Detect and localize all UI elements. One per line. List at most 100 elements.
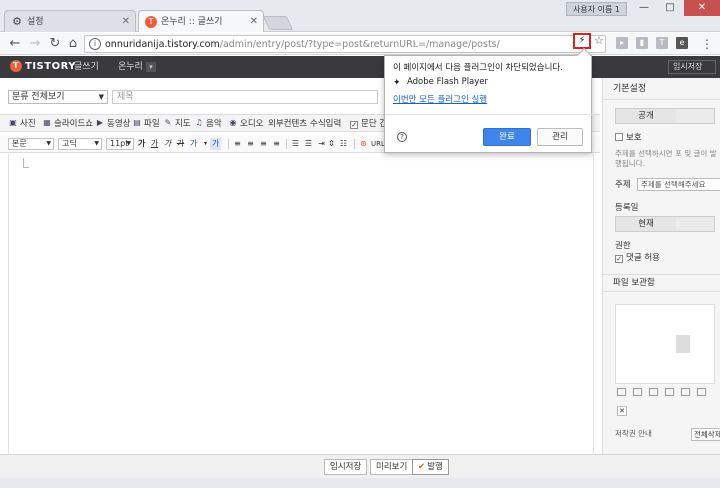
temp-posts-button[interactable]: 임시저장 — [668, 60, 716, 74]
extension-icon[interactable]: ▮ — [636, 37, 648, 49]
tab-settings[interactable]: ⚙ 설정 ✕ — [4, 10, 136, 32]
user-profile-badge[interactable]: 사용자 이름 1 — [566, 2, 627, 16]
extension-icon[interactable]: ▸ — [616, 37, 628, 49]
file-delete-button[interactable]: ✕ — [617, 406, 627, 416]
browser-menu-icon[interactable]: ⋮ — [700, 35, 714, 53]
attach-map-button[interactable]: ✎ 지도 — [163, 118, 191, 130]
visibility-toggle[interactable]: 공개 — [615, 108, 715, 124]
editor-page[interactable] — [8, 154, 594, 454]
italic-button[interactable]: 가 — [162, 138, 173, 150]
underline-button[interactable]: 가 — [149, 138, 160, 150]
font-size-select[interactable]: 11pt ▼ — [106, 138, 134, 150]
extension-icon[interactable]: T — [656, 37, 668, 49]
new-tab-button[interactable] — [262, 16, 294, 30]
attach-music-button[interactable]: ♫ 음악 — [194, 118, 221, 130]
file-icon: ▤ — [133, 118, 141, 127]
slideshow-icon: ▦ — [43, 118, 51, 127]
editor-area[interactable] — [0, 154, 600, 454]
address-bar[interactable]: i onnuridanija.tistory.com/admin/entry/p… — [84, 35, 606, 53]
attach-audio-button[interactable]: ◉ 오디오 — [228, 118, 264, 130]
manage-button[interactable]: 관리 — [537, 128, 583, 146]
publish-button[interactable]: ✔ 발행 — [412, 459, 449, 475]
list-style-icon[interactable]: ☷ — [338, 138, 349, 150]
window-close-button[interactable]: ✕ — [684, 0, 720, 16]
align-left-icon[interactable]: ≡ — [232, 138, 243, 150]
blog-selector[interactable]: 온누리 ▾ — [114, 60, 160, 74]
audio-icon: ◉ — [229, 118, 237, 127]
date-now-option[interactable]: 현재 — [616, 217, 676, 231]
close-icon[interactable]: ✕ — [122, 11, 130, 33]
align-right-icon[interactable]: ≡ — [258, 138, 269, 150]
strikethrough-button[interactable]: 가 — [175, 138, 186, 150]
minimize-button[interactable]: — — [632, 0, 656, 16]
file-action-icon[interactable] — [697, 388, 706, 396]
file-box[interactable] — [615, 304, 715, 384]
home-icon[interactable]: ⌂ — [64, 35, 82, 53]
chevron-down-icon: ▾ — [145, 61, 156, 72]
attach-file-button[interactable]: ▤ 파일 — [132, 118, 159, 130]
tistory-logo[interactable]: T TISTORY — [10, 60, 76, 74]
sidebar-header: 기본설정 — [603, 78, 720, 100]
file-action-icon[interactable] — [665, 388, 674, 396]
bullet-list-icon[interactable]: ☰ — [303, 138, 314, 150]
permission-label: 권한 — [615, 241, 631, 251]
tistory-favicon-icon: T — [145, 16, 157, 28]
allow-comments-checkbox[interactable]: ✓ 댓글 허용 — [615, 252, 660, 264]
attach-photo-button[interactable]: ▣ 사진 — [8, 118, 35, 130]
copyright-label: 저작권 안내 — [615, 429, 652, 438]
forward-icon[interactable]: → — [26, 35, 44, 53]
maximize-button[interactable]: □ — [658, 0, 682, 16]
video-icon: ▶ — [96, 118, 104, 127]
settings-sidebar: 기본설정 공개 보호 주제를 선택하시면 포 및 글이 발행됩니다. 주제 주제… — [602, 78, 720, 454]
topic-label: 주제 — [615, 180, 631, 190]
attach-formula-button[interactable]: 수식입력 — [310, 118, 341, 130]
file-action-icon[interactable] — [617, 388, 626, 396]
url-text[interactable]: onnuridanija.tistory.com/admin/entry/pos… — [105, 37, 500, 52]
paragraph-style-select[interactable]: 본문 ▼ — [8, 138, 54, 150]
file-action-icon[interactable] — [681, 388, 690, 396]
page-title: 글쓰기 — [74, 62, 99, 72]
bold-button[interactable]: 가 — [136, 138, 147, 150]
save-draft-button[interactable]: 임시저장 — [324, 459, 368, 475]
visibility-public-option[interactable]: 공개 — [616, 109, 676, 123]
file-action-icon[interactable] — [649, 388, 658, 396]
background-color-button[interactable]: 가 — [210, 138, 221, 150]
copyright-select[interactable]: 전체삭제 — [691, 428, 720, 441]
toolbar-divider — [286, 139, 287, 149]
font-color-button[interactable]: 가 — [188, 138, 199, 150]
attach-slideshow-button[interactable]: ▦ 슬라이드쇼 — [42, 118, 93, 130]
plugin-blocked-icon[interactable]: ⚡ — [573, 33, 591, 49]
blocked-plugin-item: ✦ Adobe Flash Player — [393, 77, 489, 88]
date-toggle[interactable]: 현재 — [615, 216, 715, 232]
close-icon[interactable]: ✕ — [250, 11, 258, 33]
help-icon[interactable]: ? — [397, 132, 407, 142]
font-family-select[interactable]: 고딕 ▼ — [58, 138, 102, 150]
back-icon[interactable]: ← — [6, 35, 24, 53]
attach-external-content-button[interactable]: 외부컨텐츠 — [268, 118, 307, 130]
tab-write-post[interactable]: T 온누리 :: 글쓰기 ✕ — [138, 10, 264, 32]
reload-icon[interactable]: ↻ — [46, 35, 64, 53]
music-icon: ♫ — [195, 118, 203, 127]
link-icon[interactable]: ⊛ — [358, 138, 369, 150]
topic-select[interactable]: 주제를 선택해주세요 — [637, 178, 720, 191]
protect-checkbox[interactable]: 보호 — [615, 132, 642, 144]
run-plugins-link[interactable]: 이번만 모든 플러그인 실행 — [393, 94, 487, 106]
file-action-icon[interactable] — [633, 388, 642, 396]
align-center-icon[interactable]: ≡ — [245, 138, 256, 150]
preview-button[interactable]: 미리보기 — [370, 459, 414, 475]
align-justify-icon[interactable]: ≡ — [271, 138, 282, 150]
done-button[interactable]: 완료 — [483, 128, 531, 146]
attach-video-button[interactable]: ▶ 동영상 — [95, 118, 131, 130]
title-input[interactable]: 제목 — [112, 90, 378, 104]
browser-toolbar: ← → ↻ ⌂ i onnuridanija.tistory.com/admin… — [0, 33, 720, 55]
checkbox-icon — [615, 133, 623, 141]
paragraph-spacing-checkbox[interactable]: ✓ 문단 간 — [350, 118, 387, 130]
line-height-icon[interactable]: ⇕ — [326, 138, 337, 150]
tistory-logo-icon: T — [10, 60, 22, 72]
evernote-extension-icon[interactable]: e — [676, 37, 688, 49]
numbered-list-icon[interactable]: ☰ — [290, 138, 301, 150]
tab-title: 설정 — [27, 17, 44, 27]
category-select[interactable]: 분류 전체보기 ▼ — [8, 90, 108, 104]
info-icon[interactable]: i — [89, 38, 101, 50]
bookmark-star-icon[interactable]: ☆ — [592, 33, 606, 49]
